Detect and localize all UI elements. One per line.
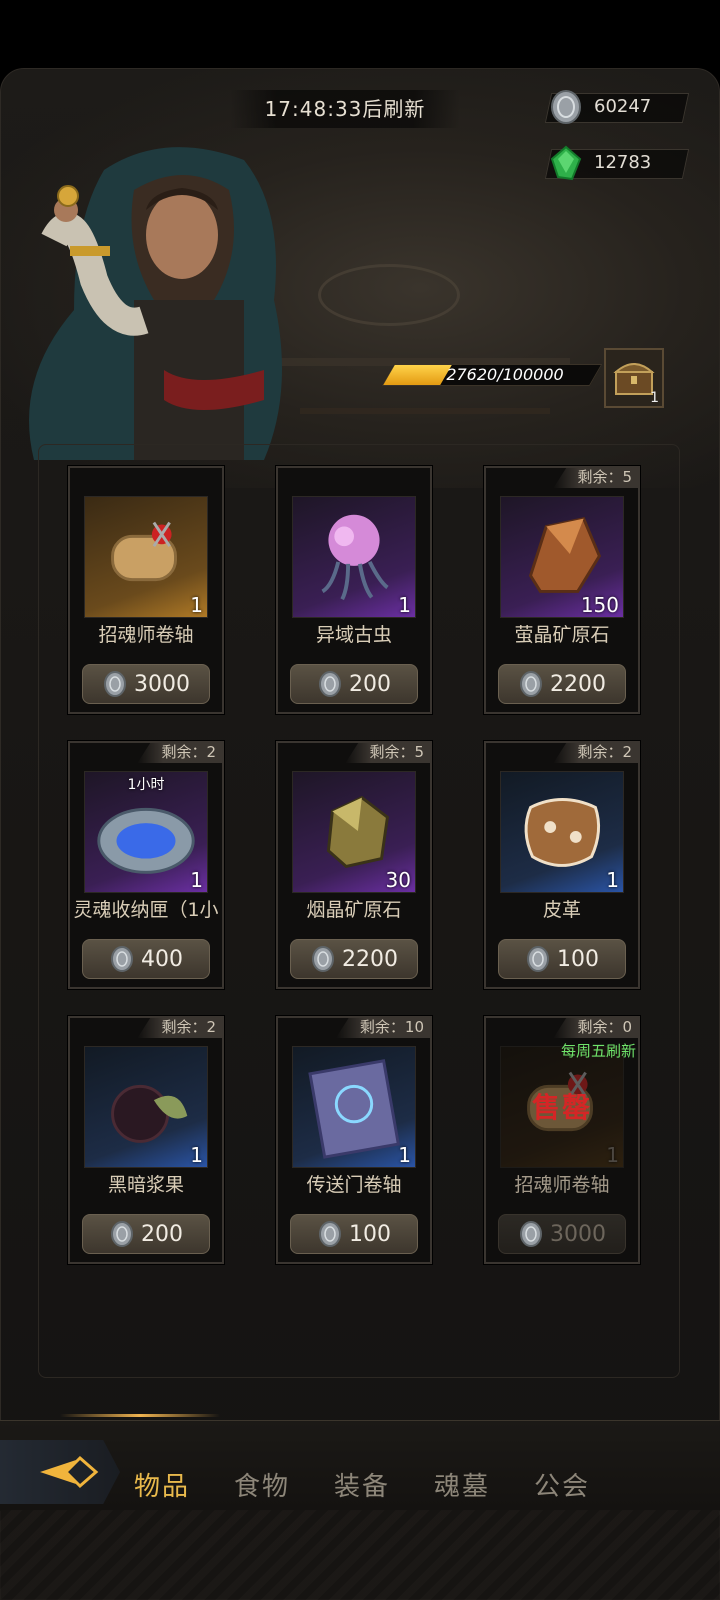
active-tab-glow bbox=[60, 1414, 220, 1417]
item-name: 异域古虫 bbox=[315, 624, 392, 646]
item-name: 招魂师卷轴 bbox=[514, 1174, 610, 1196]
silver-coin-icon bbox=[111, 946, 133, 972]
item-icon-frame: 1 bbox=[292, 496, 416, 618]
scroll-icon bbox=[111, 521, 177, 582]
portal-scroll-icon bbox=[308, 1059, 401, 1159]
green-gem-icon bbox=[550, 145, 582, 181]
item-quantity: 1 bbox=[398, 593, 411, 617]
merchant-character bbox=[29, 147, 282, 460]
shop-item-card[interactable]: 剩余：2 1 皮革 100 bbox=[484, 741, 640, 989]
chest-count: 1 bbox=[650, 390, 659, 406]
back-button[interactable] bbox=[0, 1440, 120, 1504]
item-price: 3000 bbox=[134, 671, 190, 697]
bottom-decoration bbox=[0, 1510, 720, 1600]
item-price: 2200 bbox=[342, 946, 398, 972]
shop-item-card[interactable]: 剩余：0 1 每周五刷新售罄招魂师卷轴 3000 bbox=[484, 1016, 640, 1264]
reward-chest-button[interactable]: 1 bbox=[604, 348, 664, 408]
silver-coin-icon bbox=[319, 1221, 341, 1247]
item-quantity: 1 bbox=[606, 868, 619, 892]
item-price: 100 bbox=[557, 946, 599, 972]
item-price: 200 bbox=[141, 1221, 183, 1247]
item-quantity: 1 bbox=[398, 1143, 411, 1167]
item-name: 烟晶矿原石 bbox=[306, 899, 402, 921]
buy-button[interactable]: 3000 bbox=[82, 664, 210, 704]
item-quantity: 1 bbox=[190, 593, 203, 617]
shop-item-card[interactable]: 剩余：10 1 传送门卷轴 100 bbox=[276, 1016, 432, 1264]
progress-text: 27620/100000 bbox=[446, 365, 564, 384]
remaining-label: 剩余：10 bbox=[335, 1016, 432, 1038]
weekly-refresh-note: 每周五刷新 bbox=[560, 1042, 636, 1060]
item-icon-frame: 150 bbox=[500, 496, 624, 618]
tab-3[interactable]: 装备 bbox=[334, 1466, 390, 1503]
silver-coin-icon bbox=[312, 946, 334, 972]
silver-coin-icon bbox=[551, 90, 581, 124]
buy-button[interactable]: 200 bbox=[290, 664, 418, 704]
back-arrow-icon bbox=[40, 1455, 99, 1489]
silver-coin-icon bbox=[111, 1221, 133, 1247]
tab-5[interactable]: 公会 bbox=[534, 1466, 590, 1503]
item-quantity: 1 bbox=[190, 868, 203, 892]
remaining-label: 剩余：5 bbox=[553, 466, 640, 488]
item-icon-frame: 30 bbox=[292, 771, 416, 893]
item-quantity: 150 bbox=[580, 593, 619, 617]
item-name: 萤晶矿原石 bbox=[514, 624, 610, 646]
silver-amount: 60247 bbox=[594, 96, 652, 117]
item-price: 2200 bbox=[550, 671, 606, 697]
shop-item-card[interactable]: 剩余：2 1小时 1 灵魂收纳匣（1小时） 400 bbox=[68, 741, 224, 989]
item-quantity: 1 bbox=[190, 1143, 203, 1167]
item-icon-frame: 1 bbox=[84, 1046, 208, 1168]
shop-item-card[interactable]: 剩余：5 150 萤晶矿原石 2200 bbox=[484, 466, 640, 714]
item-name: 黑暗浆果 bbox=[107, 1174, 184, 1196]
item-icon-frame: 1小时 1 bbox=[84, 771, 208, 893]
buy-button[interactable]: 100 bbox=[498, 939, 626, 979]
tab-1[interactable]: 物品 bbox=[134, 1466, 190, 1503]
gem-amount: 12783 bbox=[594, 152, 652, 173]
jellyfish-icon bbox=[321, 514, 389, 601]
silver-coin-icon bbox=[104, 671, 126, 697]
duration-label: 1小时 bbox=[127, 777, 165, 793]
item-quantity: 30 bbox=[385, 868, 411, 892]
item-name: 传送门卷轴 bbox=[306, 1174, 402, 1196]
item-price: 3000 bbox=[550, 1221, 606, 1247]
item-name: 皮革 bbox=[542, 899, 581, 921]
remaining-label: 剩余：5 bbox=[345, 741, 432, 763]
silver-coin-icon bbox=[319, 671, 341, 697]
item-icon-frame: 1 bbox=[84, 496, 208, 618]
buy-button[interactable]: 2200 bbox=[290, 939, 418, 979]
item-icon-frame: 1 bbox=[292, 1046, 416, 1168]
item-price: 100 bbox=[349, 1221, 391, 1247]
buy-button[interactable]: 200 bbox=[82, 1214, 210, 1254]
buy-button: 3000 bbox=[498, 1214, 626, 1254]
remaining-label: 剩余：2 bbox=[137, 741, 224, 763]
buy-button[interactable]: 2200 bbox=[498, 664, 626, 704]
remaining-label: 剩余：2 bbox=[137, 1016, 224, 1038]
refresh-timer: 17:48:33后刷新 bbox=[230, 90, 460, 128]
tab-4[interactable]: 魂墓 bbox=[434, 1466, 490, 1503]
sold-out-label: 售罄 bbox=[531, 1091, 592, 1124]
silver-coin-icon bbox=[520, 671, 542, 697]
silver-coin-icon bbox=[520, 1221, 542, 1247]
shop-item-card[interactable]: 剩余：2 1 黑暗浆果 200 bbox=[68, 1016, 224, 1264]
berry-icon bbox=[111, 1084, 188, 1143]
item-name: 招魂师卷轴 bbox=[98, 624, 194, 646]
item-icon-frame: 1 bbox=[500, 771, 624, 893]
item-price: 200 bbox=[349, 671, 391, 697]
shop-item-card[interactable]: 1 招魂师卷轴 3000 bbox=[68, 466, 224, 714]
remaining-label: 剩余：0 bbox=[553, 1016, 640, 1038]
tab-2[interactable]: 食物 bbox=[234, 1466, 290, 1503]
buy-button[interactable]: 400 bbox=[82, 939, 210, 979]
shop-item-card[interactable]: 剩余：5 30 烟晶矿原石 2200 bbox=[276, 741, 432, 989]
item-price: 400 bbox=[141, 946, 183, 972]
buy-button[interactable]: 100 bbox=[290, 1214, 418, 1254]
leather-icon bbox=[524, 798, 601, 867]
item-name: 灵魂收纳匣（1小时） bbox=[73, 899, 219, 921]
remaining-label: 剩余：2 bbox=[553, 741, 640, 763]
item-quantity: 1 bbox=[606, 1143, 619, 1167]
silver-coin-icon bbox=[527, 946, 549, 972]
shop-item-card[interactable]: 1 异域古虫 200 bbox=[276, 466, 432, 714]
